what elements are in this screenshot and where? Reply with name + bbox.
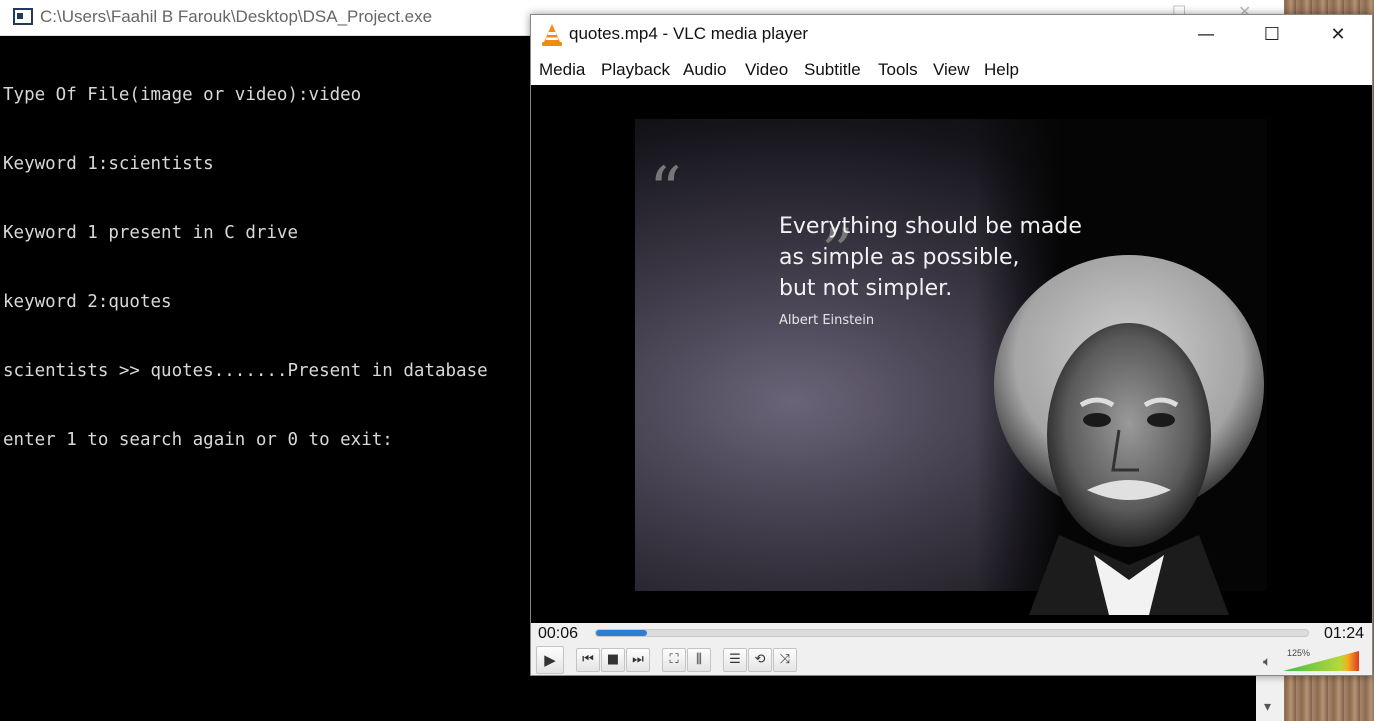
open-quote-mark: “	[649, 154, 682, 228]
seek-row: 00:06 01:24	[531, 623, 1372, 645]
console-line: Type Of File(image or video):video	[3, 85, 362, 105]
next-button[interactable]: ⏭	[626, 648, 650, 672]
portrait-image	[994, 255, 1264, 615]
menu-playback[interactable]: Playback	[601, 60, 670, 80]
minimize-button[interactable]: —	[1173, 15, 1239, 55]
menu-video[interactable]: Video	[745, 60, 788, 80]
play-button[interactable]: ▶	[536, 646, 564, 674]
vlc-menubar: Media Playback Audio Video Subtitle Tool…	[531, 55, 1372, 85]
maximize-icon: ☐	[1263, 24, 1281, 45]
volume-label: 125%	[1287, 648, 1311, 658]
close-button[interactable]: ✕	[1305, 15, 1371, 55]
loop-button[interactable]: ⟲	[748, 648, 772, 672]
maximize-button[interactable]: ☐	[1239, 15, 1305, 55]
console-line: Keyword 1:scientists	[3, 154, 214, 174]
playback-controls: ▶ ⏮ ■ ⏭ ⛶ ⫼ ☰ ⟲ ⤨ 🔈︎ 125%	[531, 645, 1372, 675]
playlist-button[interactable]: ☰	[723, 648, 747, 672]
seek-bar[interactable]	[595, 629, 1309, 637]
console-app-icon	[13, 8, 33, 25]
console-title: C:\Users\Faahil B Farouk\Desktop\DSA_Pro…	[40, 7, 433, 26]
vlc-titlebar[interactable]: quotes.mp4 - VLC media player — ☐ ✕	[531, 15, 1372, 55]
total-time: 01:24	[1324, 625, 1365, 642]
console-output[interactable]: Type Of File(image or video):video Keywo…	[3, 38, 488, 498]
menu-tools[interactable]: Tools	[878, 60, 918, 80]
vlc-title: quotes.mp4 - VLC media player	[569, 24, 809, 43]
next-icon: ⏭	[632, 652, 644, 667]
loop-icon: ⟲	[754, 652, 766, 667]
console-line: Keyword 1 present in C drive	[3, 223, 299, 243]
shuffle-button[interactable]: ⤨	[773, 648, 797, 672]
playlist-icon: ☰	[729, 652, 741, 667]
vlc-window[interactable]: quotes.mp4 - VLC media player — ☐ ✕ Medi…	[530, 14, 1373, 676]
fullscreen-button[interactable]: ⛶	[662, 648, 686, 672]
equalizer-icon: ⫼	[696, 652, 702, 667]
speaker-icon[interactable]: 🔈︎	[1263, 654, 1271, 670]
stop-icon: ■	[606, 652, 620, 667]
close-icon: ✕	[1330, 24, 1346, 45]
minimize-icon: —	[1197, 24, 1215, 45]
stop-button[interactable]: ■	[601, 648, 625, 672]
menu-help[interactable]: Help	[984, 60, 1019, 80]
previous-icon: ⏮	[582, 652, 594, 667]
shuffle-icon: ⤨	[779, 652, 791, 667]
menu-audio[interactable]: Audio	[683, 60, 726, 80]
previous-button[interactable]: ⏮	[576, 648, 600, 672]
console-line: keyword 2:quotes	[3, 292, 172, 312]
vlc-cone-icon	[542, 24, 562, 46]
extended-settings-button[interactable]: ⫼	[687, 648, 711, 672]
console-line: scientists >> quotes.......Present in da…	[3, 361, 488, 381]
fullscreen-icon: ⛶	[669, 652, 679, 667]
menu-media[interactable]: Media	[539, 60, 585, 80]
seek-progress	[596, 630, 647, 636]
menu-view[interactable]: View	[933, 60, 970, 80]
play-icon: ▶	[544, 651, 556, 669]
scroll-down-icon[interactable]: ▾	[1264, 699, 1271, 715]
video-area[interactable]: “ ” Everything should be made as simple …	[531, 85, 1372, 623]
console-line: enter 1 to search again or 0 to exit:	[3, 430, 393, 450]
menu-subtitle[interactable]: Subtitle	[804, 60, 861, 80]
elapsed-time: 00:06	[538, 625, 579, 642]
quote-author: Albert Einstein	[779, 313, 875, 328]
